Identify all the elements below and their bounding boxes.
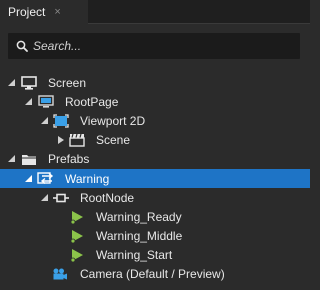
tree-item-label: Camera (Default / Preview)	[80, 266, 225, 281]
camera-icon	[51, 267, 69, 281]
tree-item-warning[interactable]: Warning	[0, 169, 310, 188]
panel-tab-bar: Project ×	[0, 0, 310, 24]
monitor-icon	[20, 75, 38, 90]
tree-item-label: RootPage	[65, 94, 119, 109]
state-icon	[68, 229, 86, 243]
close-icon[interactable]: ×	[54, 6, 60, 18]
tree-item-label: RootNode	[80, 190, 135, 205]
tree-item-scene[interactable]: Scene	[0, 130, 310, 149]
tab-project[interactable]: Project ×	[0, 0, 88, 24]
expand-arrow-icon[interactable]	[7, 79, 15, 87]
tree-item-camera[interactable]: Camera (Default / Preview)	[0, 264, 310, 283]
search-input[interactable]	[33, 39, 283, 53]
expand-arrow-icon[interactable]	[24, 98, 32, 106]
tree-item-label: Warning_Middle	[96, 228, 183, 243]
scene-clapper-icon	[68, 133, 86, 147]
state-icon	[68, 248, 86, 262]
state-icon	[68, 210, 86, 224]
expand-arrow-icon[interactable]	[7, 155, 15, 163]
node-icon	[52, 191, 70, 205]
tree-item-label: Screen	[48, 75, 87, 90]
tree-item-label: Warning_Start	[96, 247, 173, 262]
tree-item-label: Viewport 2D	[80, 113, 146, 128]
prefab-icon	[37, 171, 55, 186]
tree-item-label: Warning	[65, 171, 110, 186]
tree-item-prefabs[interactable]: Prefabs	[0, 149, 310, 168]
search-icon	[16, 40, 28, 52]
search-box[interactable]	[8, 33, 300, 59]
folder-icon	[20, 152, 38, 166]
tab-project-label: Project	[8, 5, 46, 19]
expand-arrow-icon[interactable]	[40, 117, 48, 125]
tree-item-rootnode[interactable]: RootNode	[0, 188, 310, 207]
expand-arrow-icon[interactable]	[24, 175, 32, 183]
page-icon	[37, 94, 55, 109]
tree-item-screen[interactable]: Screen	[0, 73, 310, 92]
collapse-arrow-icon[interactable]	[57, 135, 65, 144]
tree-item-warning-start[interactable]: Warning_Start	[0, 245, 310, 264]
tree-item-rootpage[interactable]: RootPage	[0, 92, 310, 111]
tree-item-label: Warning_Ready	[96, 209, 182, 224]
expand-arrow-icon[interactable]	[40, 194, 48, 202]
tree-item-label: Prefabs	[48, 151, 90, 166]
tree-item-viewport-2d[interactable]: Viewport 2D	[0, 111, 310, 130]
tree-item-warning-ready[interactable]: Warning_Ready	[0, 207, 310, 226]
viewport-icon	[52, 113, 70, 128]
tree-item-label: Scene	[96, 132, 131, 147]
tree-item-warning-middle[interactable]: Warning_Middle	[0, 226, 310, 245]
